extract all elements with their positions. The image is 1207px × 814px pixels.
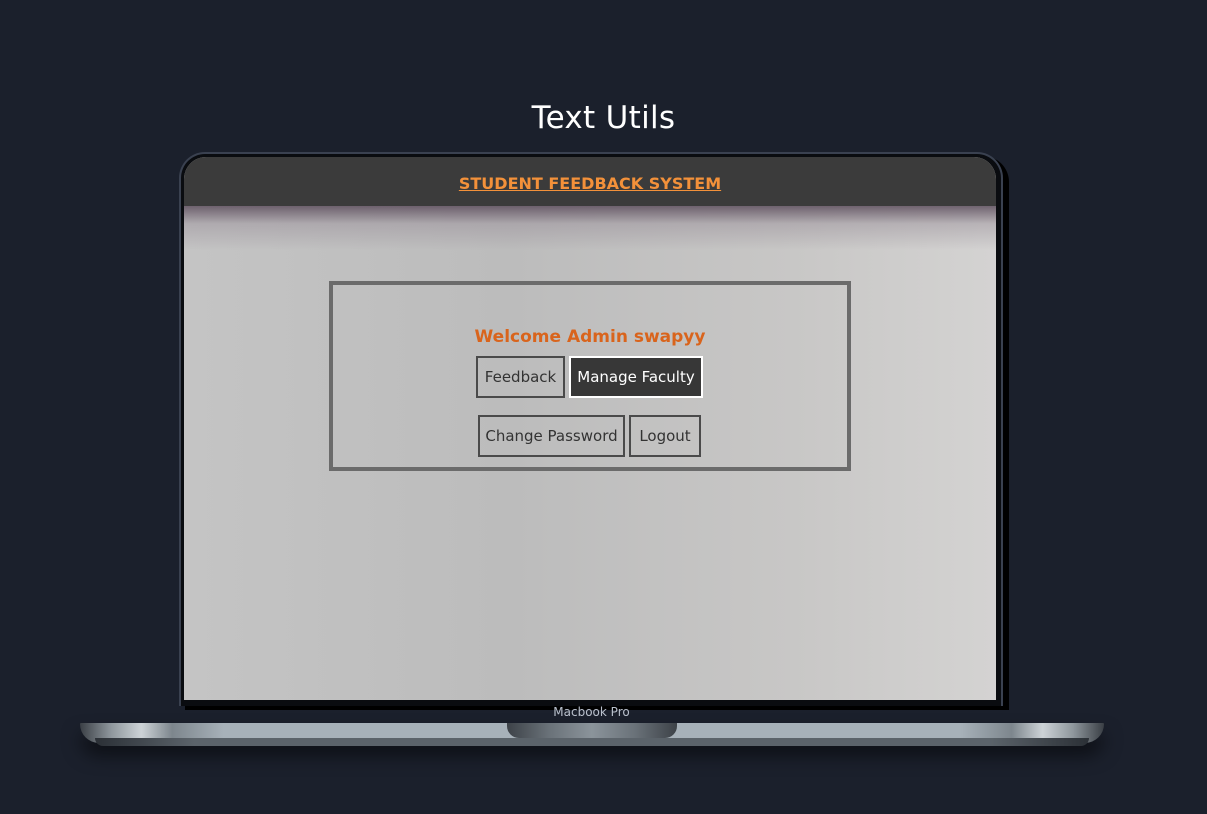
logout-button[interactable]: Logout xyxy=(629,415,701,457)
laptop-base-bottom xyxy=(95,738,1089,746)
laptop-hinge-notch xyxy=(507,723,677,738)
manage-faculty-button[interactable]: Manage Faculty xyxy=(569,356,703,398)
device-label: Macbook Pro xyxy=(553,705,630,719)
feedback-button[interactable]: Feedback xyxy=(476,356,565,398)
page-title: Text Utils xyxy=(531,100,676,136)
navbar: STUDENT FEEDBACK SYSTEM xyxy=(184,157,996,206)
nav-title-link[interactable]: STUDENT FEEDBACK SYSTEM xyxy=(459,174,721,193)
welcome-heading: Welcome Admin swapyy xyxy=(474,327,706,347)
navbar-shadow xyxy=(184,206,996,250)
admin-panel: Welcome Admin swapyy Feedback Manage Fac… xyxy=(329,281,851,471)
laptop-screen: STUDENT FEEDBACK SYSTEM Welcome Admin sw… xyxy=(184,157,996,700)
change-password-button[interactable]: Change Password xyxy=(478,415,625,457)
